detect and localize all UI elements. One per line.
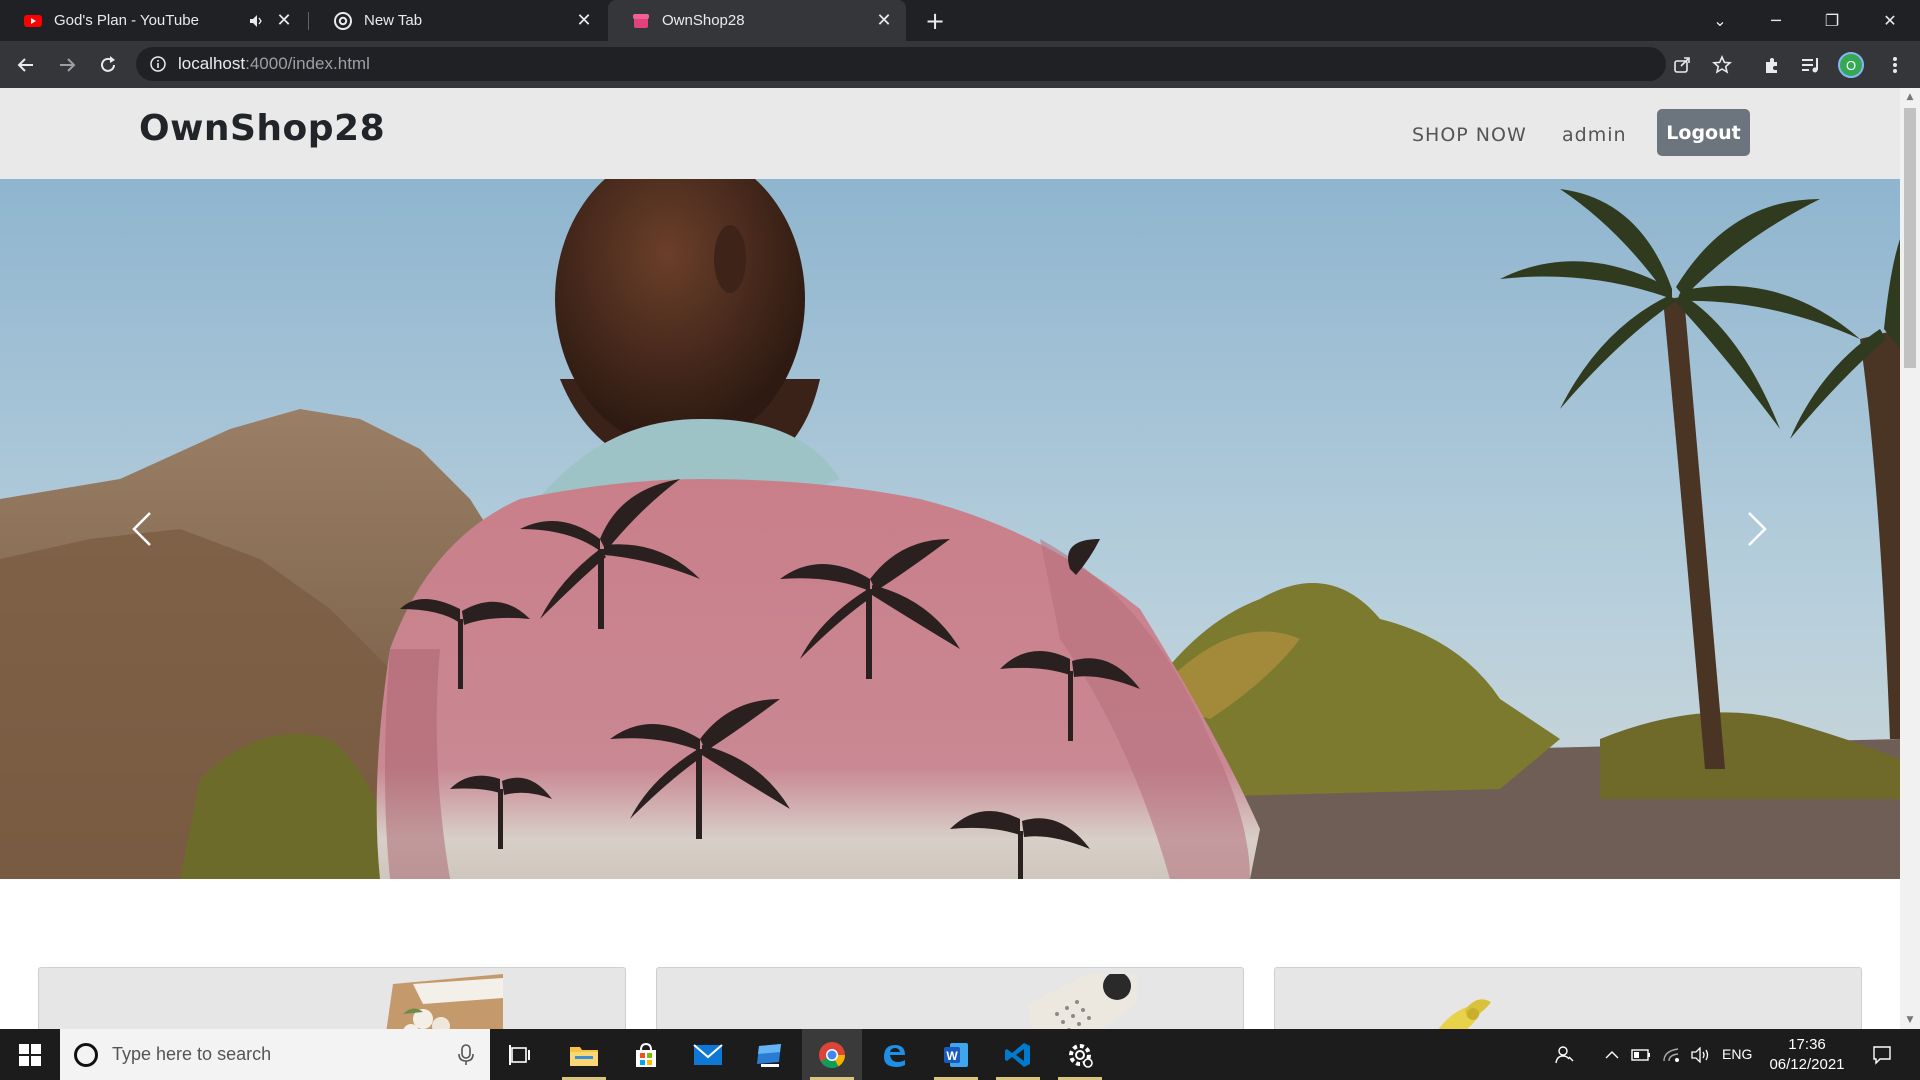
clock-time: 17:36 <box>1788 1036 1826 1053</box>
bookmark-star-icon[interactable] <box>1708 51 1736 79</box>
close-tab-icon[interactable]: ✕ <box>874 10 894 31</box>
chrome-icon <box>334 11 352 30</box>
show-hidden-icons-icon[interactable] <box>1600 1029 1624 1080</box>
profile-avatar[interactable]: O <box>1838 52 1864 78</box>
close-tab-icon[interactable]: ✕ <box>274 10 294 31</box>
share-icon[interactable] <box>1668 51 1696 79</box>
carousel-next-button[interactable] <box>1717 179 1797 879</box>
tab-title: God's Plan - YouTube <box>54 12 199 29</box>
file-explorer-icon[interactable] <box>554 1029 614 1080</box>
tab-youtube[interactable]: God's Plan - YouTube ✕ <box>0 0 306 41</box>
site-brand[interactable]: OwnShop28 <box>139 108 385 149</box>
url-path: :4000/index.html <box>245 54 370 73</box>
wifi-icon[interactable] <box>1658 1029 1684 1080</box>
tab-title: OwnShop28 <box>662 12 745 29</box>
desktop-app-icon[interactable] <box>740 1029 800 1080</box>
scrollbar-thumb[interactable] <box>1904 108 1916 368</box>
youtube-icon <box>24 14 42 27</box>
product-card[interactable] <box>1274 967 1862 1029</box>
windows-logo-icon <box>19 1043 41 1066</box>
flowers-box-thumbnail <box>383 974 503 1029</box>
site-navbar: OwnShop28 SHOP NOW admin Logout <box>0 88 1900 179</box>
tab-ownshop[interactable]: OwnShop28 ✕ <box>608 0 906 41</box>
page-viewport: OwnShop28 SHOP NOW admin Logout <box>0 88 1900 1029</box>
word-icon[interactable]: W <box>926 1029 986 1080</box>
close-window-button[interactable]: ✕ <box>1862 0 1918 41</box>
people-icon[interactable] <box>1550 1029 1580 1080</box>
carousel-prev-button[interactable] <box>102 179 182 879</box>
browser-tab-strip: God's Plan - YouTube ✕ New Tab ✕ OwnShop… <box>0 0 1920 41</box>
reload-icon <box>101 56 115 72</box>
back-button[interactable] <box>10 49 42 81</box>
extensions-icon[interactable] <box>1758 51 1786 79</box>
system-clock[interactable]: 17:36 06/12/2021 <box>1762 1035 1852 1075</box>
forward-button[interactable] <box>51 49 83 81</box>
browser-menu-icon[interactable] <box>1881 51 1909 79</box>
info-icon[interactable] <box>150 56 166 72</box>
chevron-right-icon <box>1748 512 1767 546</box>
speaker-muted-icon[interactable] <box>248 12 266 30</box>
yellow-flower-thumbnail <box>1395 974 1515 1029</box>
shop-now-link[interactable]: SHOP NOW <box>1412 124 1527 146</box>
tab-title: New Tab <box>364 12 423 29</box>
settings-icon[interactable] <box>1050 1029 1110 1080</box>
arrow-left-icon <box>17 58 33 72</box>
clock-date: 06/12/2021 <box>1769 1056 1845 1073</box>
browser-toolbar: localhost:4000/index.html <box>0 41 1920 88</box>
battery-icon[interactable] <box>1628 1029 1654 1080</box>
product-card[interactable] <box>656 967 1244 1029</box>
media-control-icon[interactable] <box>1797 51 1825 79</box>
volume-icon[interactable] <box>1688 1029 1714 1080</box>
mail-icon[interactable] <box>678 1029 738 1080</box>
close-tab-icon[interactable]: ✕ <box>574 10 594 31</box>
language-indicator[interactable]: ENG <box>1722 1046 1752 1062</box>
reload-button[interactable] <box>92 49 124 81</box>
tab-separator <box>308 12 309 30</box>
vscode-icon[interactable] <box>988 1029 1048 1080</box>
svg-text:W: W <box>946 1049 958 1063</box>
chrome-icon[interactable] <box>802 1029 862 1080</box>
calendar-notebook-thumbnail <box>1017 974 1137 1029</box>
chevron-left-icon <box>132 512 151 546</box>
taskbar-search-box[interactable]: Type here to search <box>60 1029 490 1080</box>
task-view-icon[interactable] <box>490 1029 550 1080</box>
notifications-icon[interactable] <box>1862 1029 1902 1080</box>
user-link[interactable]: admin <box>1562 124 1627 146</box>
start-button[interactable] <box>0 1029 60 1080</box>
edge-icon[interactable] <box>864 1029 924 1080</box>
url-host: localhost <box>178 54 246 73</box>
restore-button[interactable]: ❐ <box>1804 0 1860 41</box>
microphone-icon[interactable] <box>456 1043 476 1067</box>
store-icon[interactable] <box>616 1029 676 1080</box>
page-scrollbar[interactable]: ▲ ▼ <box>1900 88 1920 1029</box>
product-card[interactable] <box>38 967 626 1029</box>
search-placeholder: Type here to search <box>112 1044 272 1064</box>
scroll-down-arrow-icon[interactable]: ▼ <box>1905 1015 1915 1025</box>
hero-carousel-image <box>0 179 1900 879</box>
shop-icon <box>633 13 649 28</box>
cortana-icon <box>74 1042 98 1067</box>
arrow-right-icon <box>60 58 76 72</box>
address-bar[interactable]: localhost:4000/index.html <box>136 47 1666 81</box>
tab-new-tab[interactable]: New Tab ✕ <box>310 0 606 41</box>
logout-button[interactable]: Logout <box>1657 109 1750 156</box>
tab-search-button[interactable]: ⌄ <box>1692 0 1748 41</box>
minimize-button[interactable]: ─ <box>1748 0 1804 41</box>
windows-taskbar: Type here to search W ENG 17:36 06/12/20… <box>0 1029 1920 1080</box>
scroll-up-arrow-icon[interactable]: ▲ <box>1905 92 1915 102</box>
new-tab-button[interactable]: + <box>920 6 950 36</box>
url-text: localhost:4000/index.html <box>178 54 370 74</box>
